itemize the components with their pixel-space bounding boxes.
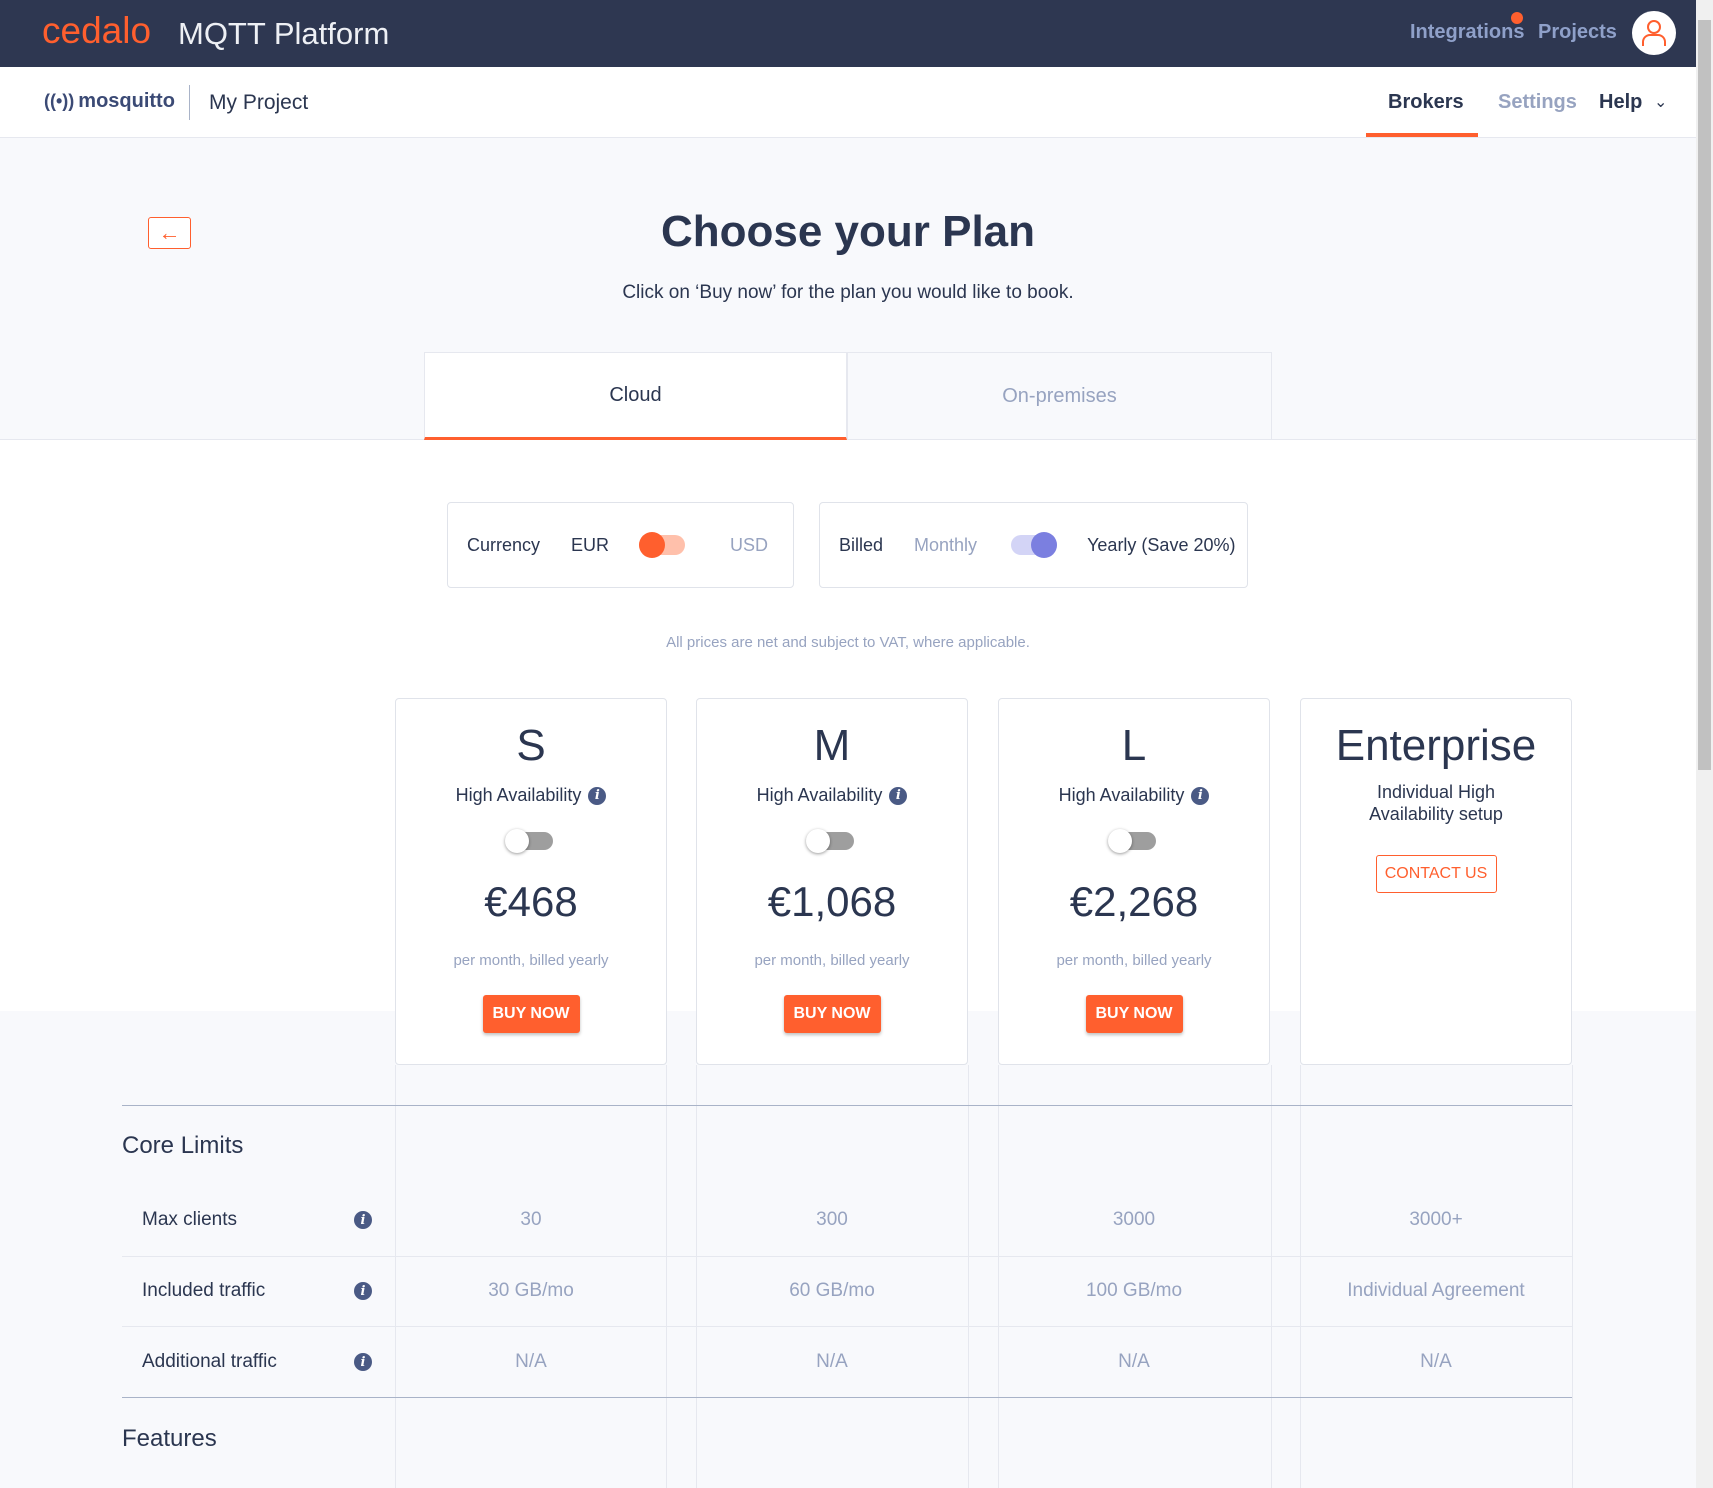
ha-label: High Availability (455, 785, 582, 805)
plan-name: S (516, 721, 546, 770)
plan-card-m: M High Availability i €1,068 per month, b… (696, 698, 968, 1065)
plan-card-enterprise: Enterprise Individual High Availability … (1300, 698, 1572, 1065)
active-tab-indicator (1366, 133, 1478, 137)
plan-price: €1,068 (767, 878, 897, 925)
price-period: per month, billed yearly (453, 952, 609, 969)
currency-toggle-box: Currency EUR USD (447, 502, 794, 588)
page-title: Choose your Plan (660, 207, 1036, 256)
ha-toggle[interactable] (806, 829, 854, 853)
billing-label: Billed (839, 534, 884, 555)
section-core-limits: Core Limits (122, 1132, 244, 1159)
column-divider (1271, 1065, 1272, 1488)
plan-card-s: S High Availability i €468 per month, bil… (395, 698, 667, 1065)
currency-label: Currency (467, 534, 541, 555)
table-cell: 3000 (1112, 1209, 1156, 1230)
plan-card-l: L High Availability i €2,268 per month, b… (998, 698, 1270, 1065)
product-name: MQTT Platform (178, 16, 390, 51)
plan-name: M (813, 721, 851, 770)
ha-label: High Availability (756, 785, 883, 805)
table-cell: N/A (1420, 1351, 1452, 1372)
currency-usd[interactable]: USD (730, 535, 768, 556)
info-icon[interactable]: i (354, 1211, 372, 1229)
row-label: Included traffic (142, 1280, 266, 1301)
buy-now-button[interactable]: BUY NOW (1085, 995, 1183, 1033)
tab-brokers[interactable]: Brokers (1388, 91, 1464, 114)
billing-toggle-box: Billed Monthly Yearly (Save 20%) (819, 502, 1248, 588)
page-subtitle: Click on ‘Buy now’ for the plan you woul… (622, 282, 1074, 303)
row-divider (122, 1256, 1572, 1257)
plan-name: L (1121, 721, 1147, 770)
tab-help[interactable]: Help (1599, 91, 1642, 114)
column-divider (1572, 1065, 1573, 1488)
ha-toggle[interactable] (505, 829, 553, 853)
row-label: Max clients (142, 1209, 238, 1230)
table-cell: N/A (515, 1351, 547, 1372)
billing-yearly[interactable]: Yearly (Save 20%) (1087, 535, 1235, 556)
user-avatar-icon[interactable] (1632, 11, 1676, 55)
column-divider (696, 1065, 697, 1488)
table-cell: N/A (816, 1351, 848, 1372)
table-cell: 300 (816, 1209, 848, 1230)
tab-cloud[interactable]: Cloud (424, 352, 847, 440)
table-cell: 30 GB/mo (488, 1280, 574, 1301)
billing-toggle[interactable] (1011, 532, 1058, 558)
ha-toggle[interactable] (1108, 829, 1156, 853)
currency-toggle[interactable] (639, 532, 686, 558)
signal-icon: ((•)) (44, 91, 75, 111)
ha-label: High Availability (1058, 785, 1185, 805)
chevron-down-icon[interactable]: ⌄ (1654, 92, 1667, 112)
table-cell: 60 GB/mo (789, 1280, 875, 1301)
info-icon[interactable]: i (889, 786, 908, 805)
nav-integrations[interactable]: Integrations (1410, 21, 1524, 44)
buy-now-button[interactable]: BUY NOW (482, 995, 580, 1033)
plan-price: €2,268 (1069, 878, 1199, 925)
price-period: per month, billed yearly (1056, 952, 1212, 969)
info-icon[interactable]: i (1191, 786, 1210, 805)
tab-settings[interactable]: Settings (1498, 91, 1577, 114)
vat-note: All prices are net and subject to VAT, w… (666, 634, 1030, 651)
divider (122, 1397, 1572, 1398)
buy-now-button[interactable]: BUY NOW (783, 995, 881, 1033)
cedalo-logo[interactable]: cedalo (42, 10, 151, 52)
row-divider (122, 1326, 1572, 1327)
section-features: Features (122, 1425, 217, 1452)
billing-monthly[interactable]: Monthly (914, 535, 977, 556)
table-cell: Individual Agreement (1347, 1280, 1525, 1301)
table-cell: 100 GB/mo (1085, 1280, 1183, 1301)
notification-dot (1511, 12, 1523, 24)
info-icon[interactable]: i (588, 786, 607, 805)
row-label: Additional traffic (142, 1351, 277, 1372)
tab-label: On-premises (1002, 384, 1117, 407)
column-divider (395, 1065, 396, 1488)
plan-description: Individual High Availability setup (1369, 782, 1503, 824)
tab-on-premises[interactable]: On-premises (847, 352, 1272, 439)
price-period: per month, billed yearly (754, 952, 910, 969)
plan-name: Enterprise (1335, 721, 1537, 770)
scrollbar-thumb[interactable] (1698, 20, 1711, 770)
tab-label: Cloud (609, 383, 662, 406)
divider (122, 1105, 1572, 1106)
divider (189, 85, 190, 120)
column-divider (998, 1065, 999, 1488)
column-divider (968, 1065, 969, 1488)
nav-projects[interactable]: Projects (1538, 21, 1617, 44)
table-cell: 3000+ (1409, 1209, 1463, 1230)
info-icon[interactable]: i (354, 1282, 372, 1300)
project-name[interactable]: My Project (209, 91, 308, 115)
contact-us-button[interactable]: CONTACT US (1375, 855, 1497, 893)
currency-eur[interactable]: EUR (571, 535, 609, 556)
mosquitto-logo[interactable]: ((•)) mosquitto (44, 90, 175, 113)
info-icon[interactable]: i (354, 1353, 372, 1371)
column-divider (666, 1065, 667, 1488)
table-cell: 30 (520, 1209, 542, 1230)
plan-price: €468 (484, 878, 578, 925)
column-divider (1300, 1065, 1301, 1488)
table-cell: N/A (1118, 1351, 1150, 1372)
